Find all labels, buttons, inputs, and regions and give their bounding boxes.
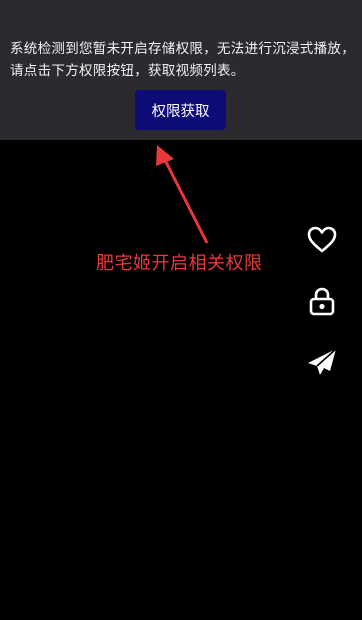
permission-message: 系统检测到您暂未开启存储权限，无法进行沉浸式播放，请点击下方权限按钮，获取视频列…	[10, 41, 355, 79]
annotation-label: 肥宅姬开启相关权限	[96, 253, 263, 274]
like-button[interactable]	[304, 222, 340, 258]
paper-plane-icon	[308, 348, 337, 375]
video-player-screen: 系统检测到您暂未开启存储权限，无法进行沉浸式播放，请点击下方权限按钮，获取视频列…	[0, 0, 362, 620]
share-button[interactable]	[304, 344, 340, 380]
request-permission-button[interactable]: 权限获取	[135, 90, 226, 130]
heart-icon	[307, 226, 337, 253]
lock-icon	[309, 287, 335, 316]
lock-button[interactable]	[304, 283, 340, 319]
permission-notice-panel: 系统检测到您暂未开启存储权限，无法进行沉浸式播放，请点击下方权限按钮，获取视频列…	[0, 0, 362, 140]
